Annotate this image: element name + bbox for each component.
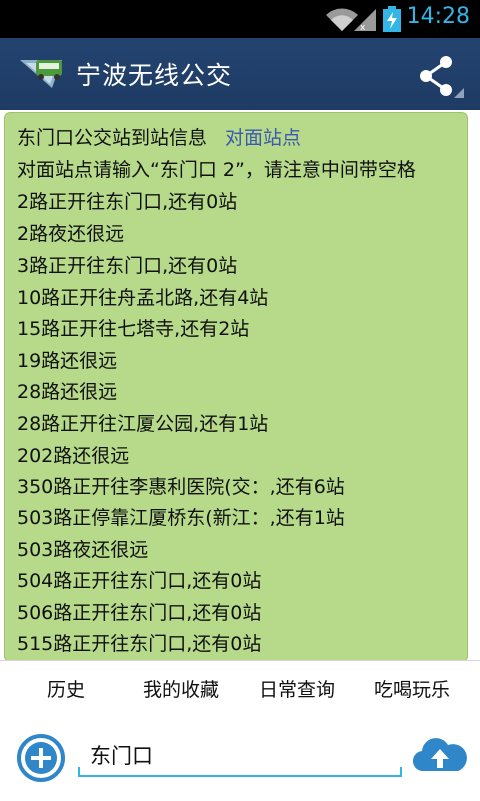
opposite-station-link[interactable]: 对面站点 xyxy=(225,127,301,149)
tab-food-fun[interactable]: 吃喝玩乐 xyxy=(352,675,472,702)
bus-arrival-line: 202路还很远 xyxy=(17,445,130,467)
bottom-bar: 历史 我的收藏 日常查询 吃喝玩乐 xyxy=(0,660,480,801)
status-bar: x 14:28 xyxy=(0,0,480,38)
status-time: 14:28 xyxy=(406,4,470,29)
station-title: 东门口公交站到站信息 xyxy=(17,127,208,149)
input-edge-left xyxy=(78,767,80,775)
bus-arrival-line: 10路正开往舟孟北路,还有4站 xyxy=(17,287,269,309)
bus-arrival-line: 3路正开往东门口,还有0站 xyxy=(17,255,238,277)
search-field[interactable] xyxy=(78,735,402,777)
tab-history[interactable]: 历史 xyxy=(6,675,126,702)
bus-arrival-line: 15路正开往七塔寺,还有2站 xyxy=(17,318,250,340)
bus-arrival-line: 19路还很远 xyxy=(17,350,118,372)
signal-icon: x xyxy=(354,9,376,32)
bus-arrival-line: 504路正开往东门口,还有0站 xyxy=(17,570,262,592)
bus-arrival-line: 28路还很远 xyxy=(17,381,118,403)
battery-charging-icon xyxy=(383,6,401,32)
bus-arrival-line: 2路正开往东门口,还有0站 xyxy=(17,191,238,213)
bus-arrival-line: 515路正开往东门口,还有0站 xyxy=(17,633,262,655)
bus-logo-icon[interactable] xyxy=(18,54,68,92)
bus-arrival-line: 503路夜还很远 xyxy=(17,539,149,561)
bus-arrival-line: 28路正开往江厦公园,还有1站 xyxy=(17,413,269,435)
bus-arrival-line: 350路正开往李惠利医院(交：,还有6站 xyxy=(17,476,345,498)
action-bar: 宁波无线公交 xyxy=(0,38,480,110)
svg-text:x: x xyxy=(360,23,366,32)
tab-daily-query[interactable]: 日常查询 xyxy=(237,675,357,702)
bus-arrival-line: 503路正停靠江厦桥东(新江：,还有1站 xyxy=(17,507,345,529)
search-input[interactable] xyxy=(90,739,390,771)
app-title: 宁波无线公交 xyxy=(76,61,233,90)
tab-favorites[interactable]: 我的收藏 xyxy=(121,675,241,702)
station-header: 东门口公交站到站信息 对面站点 xyxy=(17,123,301,150)
bus-arrival-line: 506路正开往东门口,还有0站 xyxy=(17,602,262,624)
share-icon[interactable] xyxy=(416,54,466,98)
plus-circle-icon[interactable] xyxy=(16,733,66,783)
input-edge-right xyxy=(400,767,402,775)
cloud-upload-icon[interactable] xyxy=(412,731,468,777)
opposite-station-hint: 对面站点请输入“东门口 2”，请注意中间带空格 xyxy=(17,159,416,181)
bus-arrival-line: 2路夜还很远 xyxy=(17,223,125,245)
arrival-info-panel[interactable]: 东门口公交站到站信息 对面站点 对面站点请输入“东门口 2”，请注意中间带空格 2… xyxy=(4,112,468,662)
